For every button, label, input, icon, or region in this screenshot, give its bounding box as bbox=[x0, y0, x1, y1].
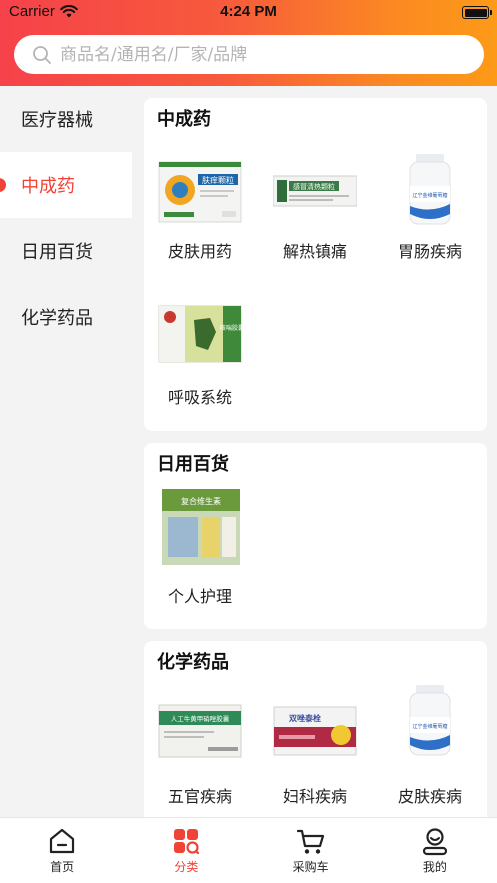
category-sidebar: 医疗器械 中成药 日用百货 化学药品 bbox=[0, 86, 132, 817]
sidebar-item-label: 日用百货 bbox=[21, 242, 93, 263]
tab-cart[interactable]: 采购车 bbox=[249, 818, 373, 883]
product-box-text: 咳喘胶囊 bbox=[220, 324, 242, 332]
product-item-skin-disease[interactable]: 辽宁金维葡萄糖 皮肤疾病 bbox=[374, 685, 486, 806]
sidebar-item-label: 医疗器械 bbox=[21, 110, 93, 131]
header-bar: Carrier 4:24 PM bbox=[0, 0, 497, 86]
sidebar-item-label: 中成药 bbox=[21, 176, 75, 197]
product-item-ent-disease[interactable]: 人工牛黄甲硝唑胶囊 五官疾病 bbox=[144, 699, 256, 809]
product-label: 个人护理 bbox=[167, 587, 232, 606]
search-icon bbox=[33, 45, 51, 64]
product-box-text: 复合维生素 bbox=[181, 496, 221, 506]
section-card-daily-goods: 日用百货 复合维生素 个人护理 bbox=[144, 443, 487, 629]
product-label: 呼吸系统 bbox=[167, 388, 232, 407]
product-item-skin-medicine[interactable]: 肤痒颗粒 皮肤用药 bbox=[144, 154, 256, 264]
product-image: 肤痒颗粒 bbox=[158, 161, 242, 223]
sidebar-item-label: 化学药品 bbox=[21, 308, 93, 329]
battery-icon bbox=[462, 6, 492, 19]
tab-label: 我的 bbox=[422, 860, 447, 874]
product-label: 解热镇痛 bbox=[282, 242, 347, 261]
tab-label: 分类 bbox=[174, 860, 199, 874]
profile-icon bbox=[422, 828, 447, 856]
product-label: 妇科疾病 bbox=[282, 787, 347, 806]
product-label: 皮肤用药 bbox=[167, 242, 232, 261]
product-item-fever-pain-relief[interactable]: 感冒清热颗粒 解热镇痛 bbox=[259, 154, 371, 264]
section-title: 化学药品 bbox=[157, 652, 229, 673]
status-time: 4:24 PM bbox=[220, 3, 277, 20]
section-title: 日用百货 bbox=[157, 454, 229, 475]
tab-category[interactable]: 分类 bbox=[124, 818, 248, 883]
section-card-chinese-patent-medicine: 中成药 肤痒颗粒 皮肤用药 感冒清热颗粒 解热镇痛 辽宁金维葡萄糖 胃肠疾病 咳… bbox=[144, 98, 487, 431]
search-input[interactable] bbox=[60, 44, 460, 65]
bottom-tab-bar: 首页 分类 采购车 我的 bbox=[0, 817, 497, 883]
product-item-respiratory-system[interactable]: 咳喘胶囊 呼吸系统 bbox=[144, 300, 256, 410]
section-title: 中成药 bbox=[157, 109, 211, 130]
product-item-gynecological-disease[interactable]: 双唑泰栓 妇科疾病 bbox=[259, 699, 371, 809]
product-item-personal-care[interactable]: 复合维生素 个人护理 bbox=[144, 487, 256, 606]
tab-profile[interactable]: 我的 bbox=[373, 818, 497, 883]
product-item-gastro-disease[interactable]: 辽宁金维葡萄糖 胃肠疾病 bbox=[374, 154, 486, 264]
product-box-text: 辽宁金维葡萄糖 bbox=[412, 723, 447, 730]
search-bar[interactable] bbox=[14, 35, 484, 74]
sidebar-item-daily-goods[interactable]: 日用百货 bbox=[0, 218, 132, 284]
home-icon bbox=[50, 828, 75, 854]
product-box-text: 肤痒颗粒 bbox=[202, 175, 234, 185]
status-bar: Carrier 4:24 PM bbox=[0, 0, 497, 26]
product-image: 辽宁金维葡萄糖 bbox=[409, 154, 451, 225]
tab-label: 采购车 bbox=[292, 860, 329, 874]
product-label: 胃肠疾病 bbox=[397, 242, 462, 261]
sidebar-item-medical-devices[interactable]: 医疗器械 bbox=[0, 86, 132, 152]
product-box-text: 人工牛黄甲硝唑胶囊 bbox=[171, 714, 230, 723]
cart-icon bbox=[296, 829, 324, 854]
tab-label: 首页 bbox=[50, 860, 75, 874]
tab-home[interactable]: 首页 bbox=[0, 818, 124, 883]
product-box-text: 感冒清热颗粒 bbox=[293, 182, 335, 191]
product-image: 人工牛黄甲硝唑胶囊 bbox=[158, 704, 242, 758]
category-icon bbox=[174, 829, 200, 854]
product-image: 辽宁金维葡萄糖 bbox=[409, 685, 451, 756]
product-image: 双唑泰栓 bbox=[273, 706, 357, 756]
product-box-text: 双唑泰栓 bbox=[289, 713, 321, 723]
product-image: 复合维生素 bbox=[162, 489, 240, 565]
product-image: 咳喘胶囊 bbox=[158, 305, 242, 363]
product-label: 皮肤疾病 bbox=[397, 787, 462, 806]
product-label: 五官疾病 bbox=[167, 787, 232, 806]
sidebar-item-chinese-patent-medicine[interactable]: 中成药 bbox=[0, 152, 132, 218]
product-image: 感冒清热颗粒 bbox=[273, 175, 357, 207]
product-box-text: 辽宁金维葡萄糖 bbox=[412, 192, 447, 199]
section-card-chemical-drugs: 化学药品 人工牛黄甲硝唑胶囊 五官疾病 双唑泰栓 妇科疾病 辽宁金维葡萄糖 皮肤… bbox=[144, 641, 487, 817]
category-content: 中成药 肤痒颗粒 皮肤用药 感冒清热颗粒 解热镇痛 辽宁金维葡萄糖 胃肠疾病 咳… bbox=[132, 86, 497, 817]
sidebar-item-chemical-drugs[interactable]: 化学药品 bbox=[0, 284, 132, 350]
